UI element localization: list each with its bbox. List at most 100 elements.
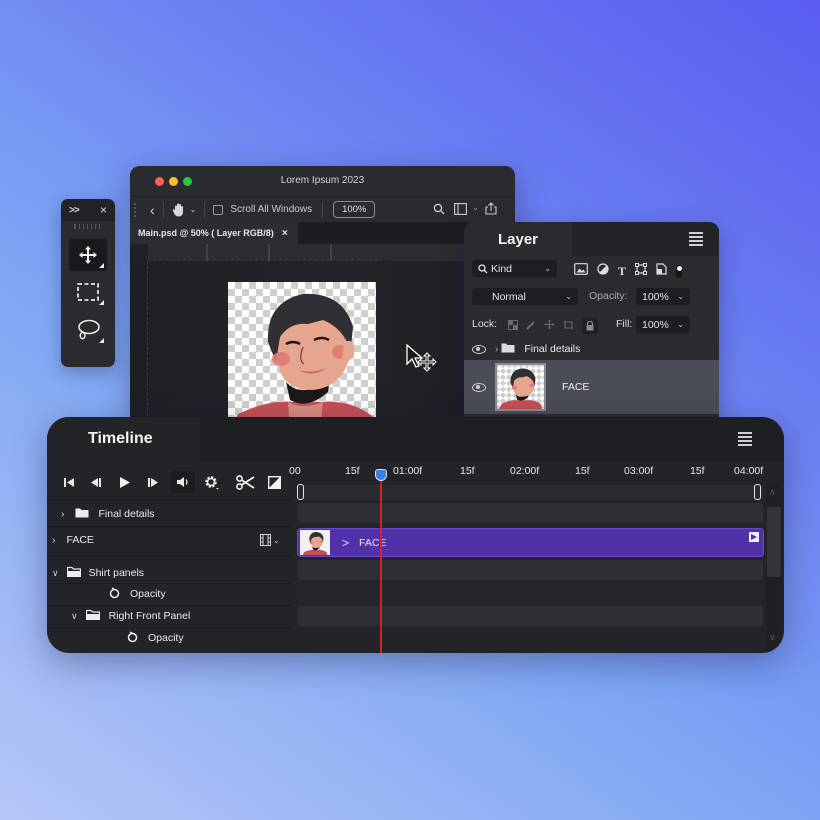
- clip-motion-menu-icon[interactable]: [749, 532, 759, 542]
- panel-menu-icon[interactable]: [738, 432, 752, 446]
- expand-chevron-icon[interactable]: ›: [61, 508, 65, 520]
- ruler-label: 15f: [575, 465, 590, 477]
- pixel-layer-filter-icon[interactable]: [574, 262, 588, 280]
- timeline-property-opacity[interactable]: Opacity: [47, 584, 292, 604]
- timeline-layer-final-details[interactable]: › Final details: [47, 504, 292, 524]
- chevron-down-icon[interactable]: ⌄: [472, 203, 479, 212]
- timeline-tab[interactable]: Timeline: [47, 417, 200, 461]
- layer-thumbnail: [495, 363, 546, 411]
- ruler-label: 15f: [690, 465, 705, 477]
- artboard-portrait-image[interactable]: [228, 282, 376, 426]
- work-area-bar[interactable]: [298, 485, 763, 500]
- lock-artboard-icon[interactable]: [563, 317, 574, 335]
- panel-grip[interactable]: [61, 221, 115, 231]
- opacity-label: Opacity:: [589, 290, 628, 302]
- mute-audio-button[interactable]: [171, 471, 195, 493]
- lock-all-button[interactable]: [582, 318, 598, 334]
- chevron-down-icon[interactable]: ⌄: [190, 205, 197, 214]
- canvas-area[interactable]: [130, 244, 515, 426]
- work-area-start-handle[interactable]: [297, 484, 304, 500]
- timeline-layer-right-front-panel[interactable]: ∨ Right Front Panel: [47, 606, 292, 626]
- collapse-chevron-icon[interactable]: ∨: [52, 568, 59, 579]
- document-tab[interactable]: Main.psd @ 50% ( Layer RGB/8) ×: [130, 222, 298, 244]
- split-clip-scissors-icon[interactable]: [233, 471, 257, 493]
- layer-row-face[interactable]: FACE: [464, 360, 719, 414]
- search-icon[interactable]: [433, 203, 445, 215]
- layer-panel-tab[interactable]: Layer: [464, 222, 572, 256]
- track-opacity[interactable]: [298, 583, 763, 603]
- settings-gear-icon[interactable]: [201, 471, 223, 493]
- track-right-front-panel[interactable]: [298, 606, 763, 626]
- shape-layer-filter-icon[interactable]: [635, 262, 648, 280]
- collapse-chevron-icon[interactable]: ∨: [71, 611, 78, 622]
- share-icon[interactable]: [485, 202, 497, 215]
- transition-icon[interactable]: [265, 471, 283, 493]
- video-clip-face[interactable]: > FACE: [297, 528, 764, 557]
- playhead-line: [380, 479, 382, 653]
- next-frame-button[interactable]: [145, 471, 161, 493]
- move-tool-button[interactable]: [69, 239, 107, 271]
- close-tab-icon[interactable]: ×: [282, 228, 288, 239]
- layer-filter-kind-dropdown[interactable]: Kind ⌄: [472, 260, 557, 277]
- panel-layout-icon[interactable]: [454, 203, 467, 215]
- filter-toggle-switch[interactable]: [676, 264, 683, 278]
- close-panel-button[interactable]: ×: [100, 203, 107, 217]
- timeline-layer-shirt-panels[interactable]: ∨ Shirt panels: [47, 563, 292, 583]
- visibility-eye-icon[interactable]: [472, 344, 486, 354]
- work-area-end-handle[interactable]: [754, 484, 761, 500]
- blend-mode-value: Normal: [492, 290, 526, 303]
- expand-chevron-icon[interactable]: ›: [495, 344, 498, 355]
- fill-dropdown[interactable]: 100% ⌄: [636, 316, 690, 333]
- playhead-handle[interactable]: [375, 469, 387, 481]
- tool-submenu-indicator: [99, 338, 104, 343]
- scroll-all-windows-checkbox[interactable]: [213, 204, 224, 215]
- opacity-value: 100%: [642, 290, 669, 303]
- layer-name: FACE: [562, 381, 590, 393]
- open-folder-icon: [85, 609, 100, 623]
- track-final-details[interactable]: [298, 503, 763, 523]
- expand-panel-button[interactable]: >>: [69, 205, 80, 216]
- lock-image-pixels-icon[interactable]: [526, 317, 536, 335]
- stopwatch-icon[interactable]: [127, 630, 138, 646]
- visibility-eye-icon[interactable]: [472, 382, 486, 392]
- opacity-dropdown[interactable]: 100% ⌄: [636, 288, 690, 305]
- scroll-down-chevron-icon[interactable]: ∨: [769, 632, 776, 643]
- go-to-first-frame-button[interactable]: [61, 471, 77, 493]
- marquee-tool-button[interactable]: [69, 276, 107, 308]
- scroll-up-chevron-icon[interactable]: ∧: [769, 487, 776, 498]
- editor-window: Lorem Ipsum 2023 ‹ ⌄ Scroll All Windows …: [130, 166, 515, 426]
- stopwatch-icon[interactable]: [109, 586, 120, 602]
- ruler-label: 01:00f: [393, 465, 423, 477]
- zoom-level-field[interactable]: 100%: [333, 201, 376, 218]
- scrollbar-thumb[interactable]: [767, 507, 781, 577]
- lasso-tool-button[interactable]: [69, 314, 107, 346]
- property-name: Opacity: [130, 588, 166, 600]
- timeline-layer-face[interactable]: › FACE ⌄: [47, 530, 292, 550]
- smart-object-filter-icon[interactable]: [656, 262, 667, 280]
- back-chevron-icon[interactable]: ‹: [150, 202, 155, 218]
- previous-frame-button[interactable]: [88, 471, 104, 493]
- play-button[interactable]: [117, 471, 133, 493]
- timeline-property-opacity[interactable]: Opacity: [47, 628, 292, 648]
- timeline-panel: Timeline 00 15f 01:00f 15f 02:00f 15f 03…: [47, 417, 784, 653]
- video-clip-options-icon[interactable]: ⌄: [260, 534, 280, 546]
- clip-thumbnail: [300, 530, 330, 555]
- hand-tool-icon[interactable]: [172, 202, 186, 217]
- layer-name: Final details: [98, 508, 155, 520]
- track-shirt-panels[interactable]: [298, 560, 763, 580]
- lock-transparent-pixels-icon[interactable]: [508, 317, 518, 335]
- expand-chevron-icon[interactable]: ›: [52, 534, 56, 546]
- window-title: Lorem Ipsum 2023: [280, 175, 365, 186]
- tools-panel: >> ×: [61, 199, 115, 367]
- clip-expand-chevron-icon[interactable]: >: [342, 536, 349, 550]
- adjustment-layer-filter-icon[interactable]: [597, 262, 609, 280]
- layer-row-final-details[interactable]: › Final details: [464, 340, 719, 358]
- toolbar-grip[interactable]: [134, 202, 140, 217]
- lock-position-icon[interactable]: [544, 317, 555, 335]
- timeline-vertical-scrollbar[interactable]: ∧ ∨: [766, 485, 782, 653]
- blend-mode-dropdown[interactable]: Normal ⌄: [472, 288, 578, 305]
- editor-toolbar: ‹ ⌄ Scroll All Windows 100% ⌄: [130, 196, 515, 222]
- timeline-header: Timeline: [47, 417, 784, 461]
- type-layer-filter-icon[interactable]: T: [618, 264, 626, 279]
- panel-menu-icon[interactable]: [689, 232, 703, 246]
